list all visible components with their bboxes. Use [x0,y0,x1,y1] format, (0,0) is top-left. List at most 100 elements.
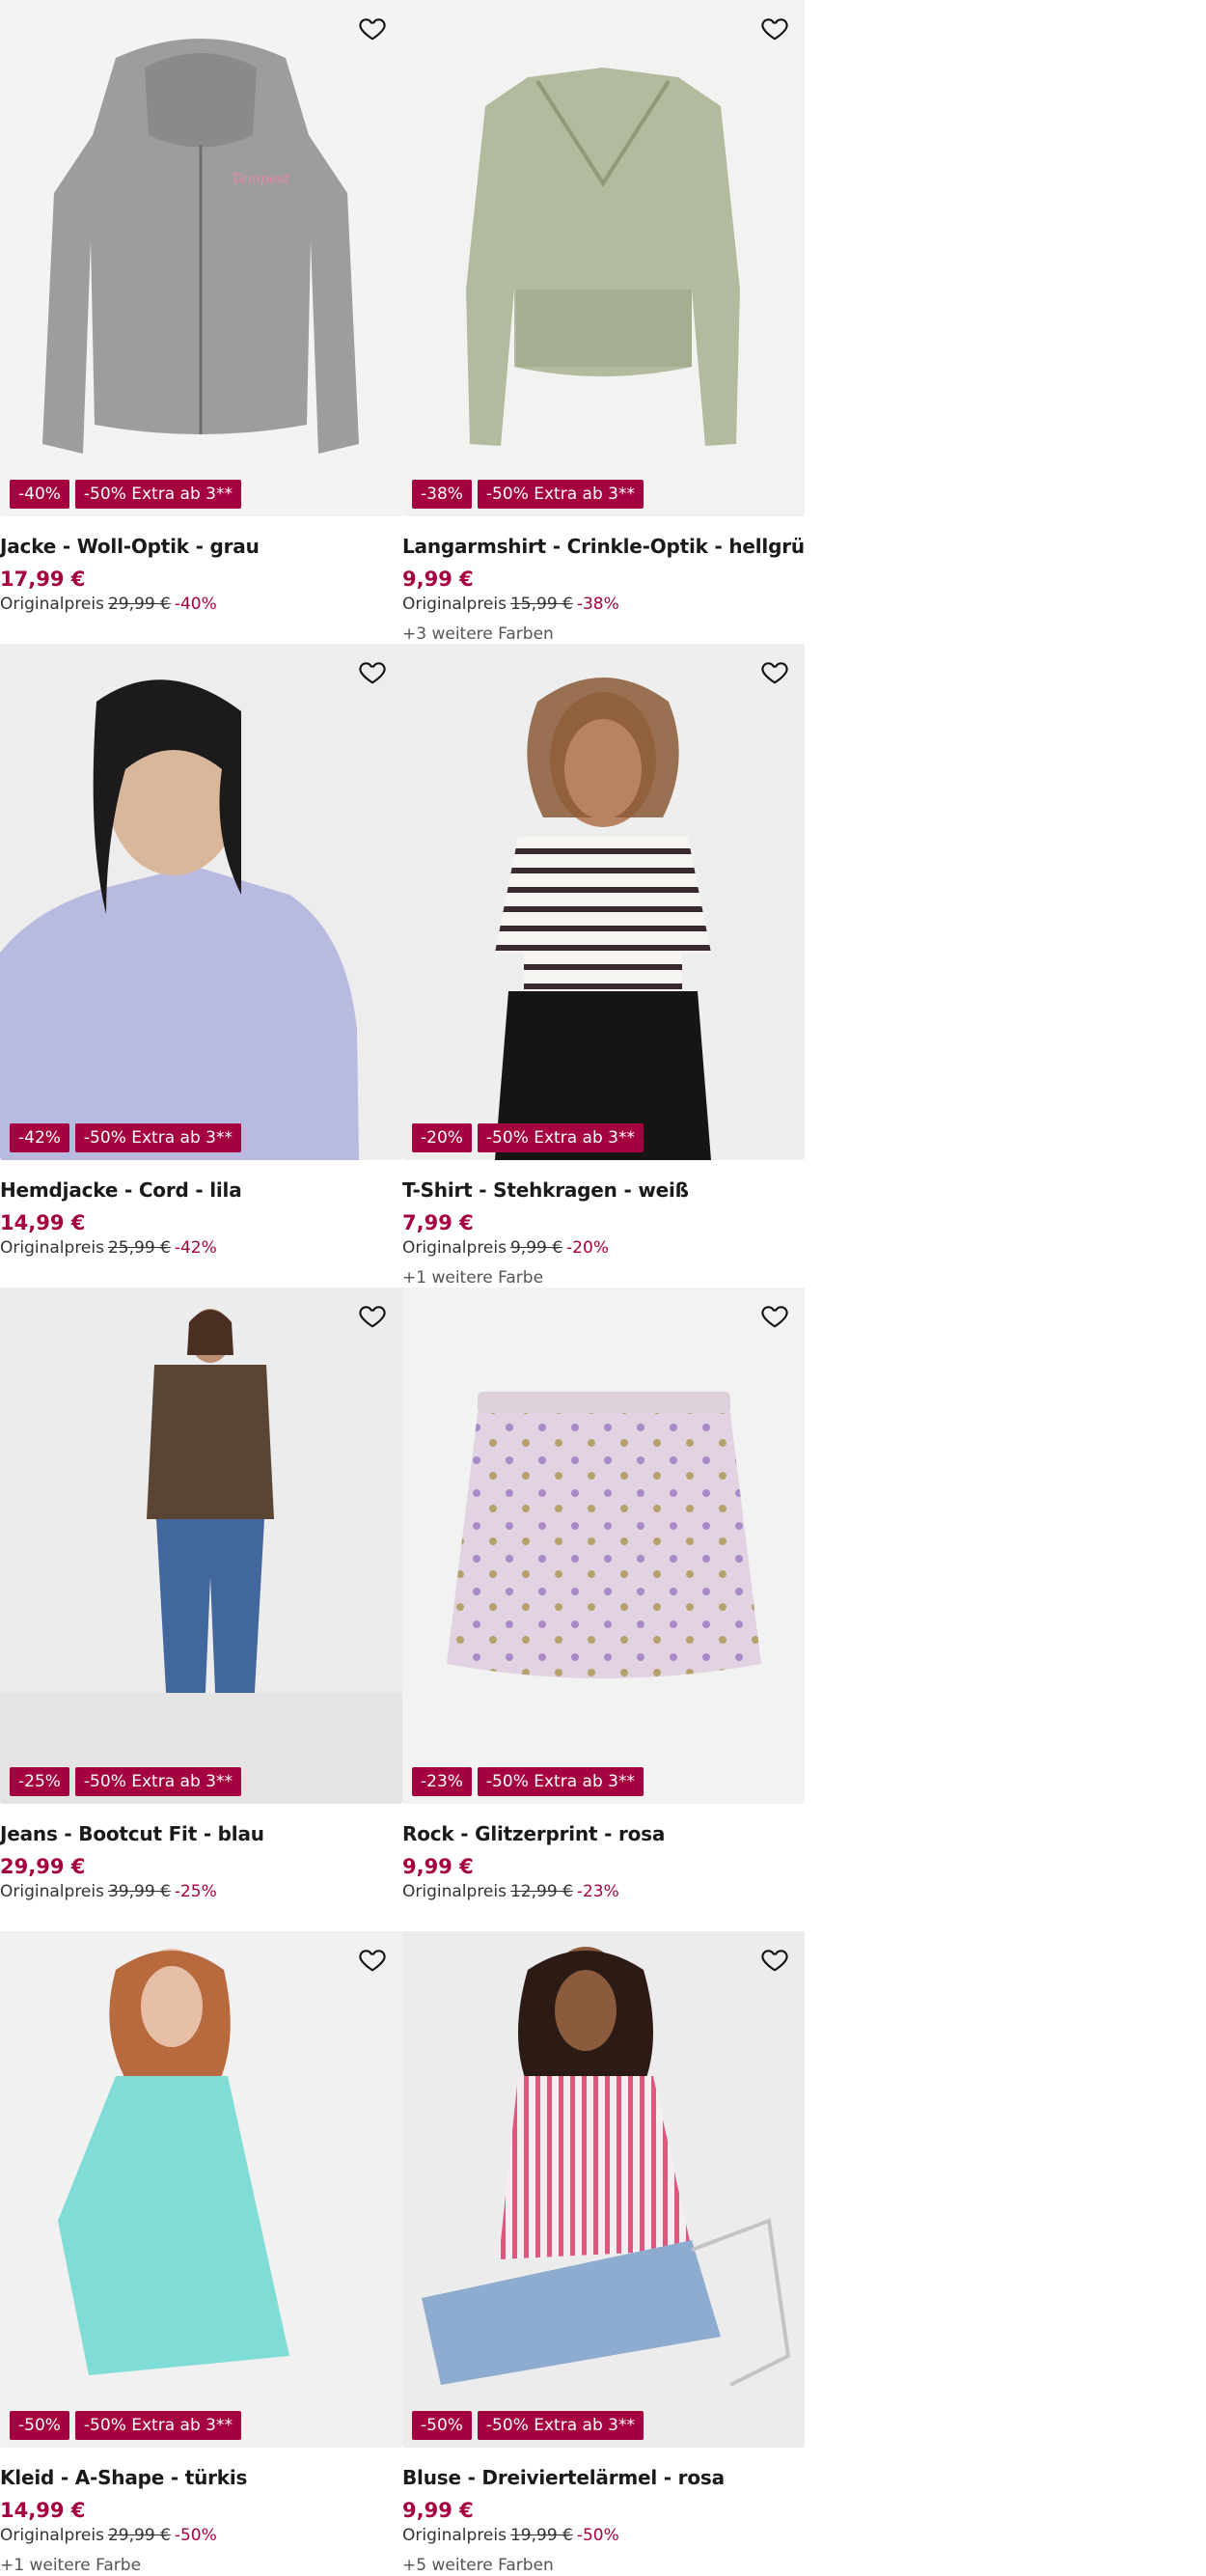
original-price-line: Originalpreis 25,99 € -42% [0,1237,402,1259]
discount-badge: -50% [10,2411,69,2440]
product-info: Kleid - A-Shape - türkis 14,99 € Origina… [0,2465,402,2575]
original-price: 12,99 € [509,1882,573,1901]
product-image[interactable]: -25% -50% Extra ab 3** [0,1288,402,1804]
discount-percent: -38% [576,595,619,614]
product-image[interactable]: -38% -50% Extra ab 3** [402,0,805,516]
favorite-heart-icon[interactable] [356,1299,389,1332]
svg-text:Tempest: Tempest [232,172,289,187]
product-name[interactable]: Rock - Glitzerprint - rosa [402,1821,805,1846]
extra-discount-badge: -50% Extra ab 3** [74,480,241,509]
discount-badge: -42% [10,1123,69,1152]
product-name[interactable]: T-Shirt - Stehkragen - weiß [402,1177,805,1203]
more-colors-link[interactable]: +5 weitere Farben [402,2555,805,2575]
original-price: 29,99 € [107,2526,171,2545]
product-image[interactable]: -20% -50% Extra ab 3** [402,644,805,1160]
badge-row: -42% -50% Extra ab 3** [10,1123,241,1152]
discount-badge: -38% [412,480,472,509]
more-colors-link[interactable]: +1 weitere Farbe [0,2555,402,2575]
product-photo [402,644,805,1160]
original-price-line: Originalpreis 19,99 € -50% [402,2525,805,2546]
product-photo [0,1931,402,2448]
product-info: Rock - Glitzerprint - rosa 9,99 € Origin… [402,1821,805,1902]
product-info: Langarmshirt - Crinkle-Optik - hellgrün … [402,534,805,644]
product-image[interactable]: -50% -50% Extra ab 3** [0,1931,402,2448]
product-price: 29,99 € [0,1855,86,1878]
product-photo: Tempest [0,0,402,516]
product-card[interactable]: -50% -50% Extra ab 3** Bluse - Dreiviert… [402,1931,805,2575]
badge-row: -40% -50% Extra ab 3** [10,480,241,509]
product-name[interactable]: Jacke - Woll-Optik - grau [0,534,402,559]
product-name[interactable]: Langarmshirt - Crinkle-Optik - hellgrün [402,534,805,559]
product-info: T-Shirt - Stehkragen - weiß 7,99 € Origi… [402,1177,805,1288]
product-image[interactable]: -23% -50% Extra ab 3** [402,1288,805,1804]
product-name[interactable]: Kleid - A-Shape - türkis [0,2465,402,2490]
favorite-heart-icon[interactable] [758,655,791,688]
discount-percent: -50% [174,2526,217,2545]
product-price: 9,99 € [402,2499,474,2522]
product-image[interactable]: -50% -50% Extra ab 3** [402,1931,805,2448]
badge-row: -23% -50% Extra ab 3** [412,1767,644,1796]
product-name[interactable]: Bluse - Dreiviertelärmel - rosa [402,2465,805,2490]
original-price-line: Originalpreis 9,99 € -20% [402,1237,805,1259]
product-photo [402,0,805,516]
extra-discount-badge: -50% Extra ab 3** [477,1767,644,1796]
original-price: 25,99 € [107,1238,171,1258]
discount-badge: -20% [412,1123,472,1152]
product-price: 9,99 € [402,568,474,591]
product-image[interactable]: Tempest -40% -50% Extra ab 3** [0,0,402,516]
product-name[interactable]: Hemdjacke - Cord - lila [0,1177,402,1203]
product-info: Hemdjacke - Cord - lila 14,99 € Original… [0,1177,402,1259]
product-photo [0,644,402,1160]
favorite-heart-icon[interactable] [356,1943,389,1976]
product-info: Jeans - Bootcut Fit - blau 29,99 € Origi… [0,1821,402,1902]
discount-percent: -23% [576,1882,619,1901]
original-price: 19,99 € [509,2526,573,2545]
original-price-label: Originalpreis [402,2526,507,2545]
discount-badge: -23% [412,1767,472,1796]
product-card[interactable]: -23% -50% Extra ab 3** Rock - Glitzerpri… [402,1288,805,1931]
discount-badge: -25% [10,1767,69,1796]
discount-percent: -40% [174,595,217,614]
product-card[interactable]: -42% -50% Extra ab 3** Hemdjacke - Cord … [0,644,402,1288]
badge-row: -50% -50% Extra ab 3** [10,2411,241,2440]
original-price: 9,99 € [509,1238,563,1258]
product-card[interactable]: -50% -50% Extra ab 3** Kleid - A-Shape -… [0,1931,402,2575]
original-price-line: Originalpreis 12,99 € -23% [402,1881,805,1902]
more-colors-link[interactable]: +1 weitere Farbe [402,1267,805,1288]
extra-discount-badge: -50% Extra ab 3** [477,480,644,509]
extra-discount-badge: -50% Extra ab 3** [74,1123,241,1152]
more-colors-link[interactable]: +3 weitere Farben [402,623,805,644]
product-price: 7,99 € [402,1211,474,1234]
product-card[interactable]: -38% -50% Extra ab 3** Langarmshirt - Cr… [402,0,805,644]
original-price-line: Originalpreis 15,99 € -38% [402,594,805,615]
favorite-heart-icon[interactable] [356,655,389,688]
product-card[interactable]: -20% -50% Extra ab 3** T-Shirt - Stehkra… [402,644,805,1288]
badge-row: -38% -50% Extra ab 3** [412,480,644,509]
extra-discount-badge: -50% Extra ab 3** [477,2411,644,2440]
badge-row: -25% -50% Extra ab 3** [10,1767,241,1796]
favorite-heart-icon[interactable] [758,1299,791,1332]
discount-badge: -50% [412,2411,472,2440]
product-image[interactable]: -42% -50% Extra ab 3** [0,644,402,1160]
extra-discount-badge: -50% Extra ab 3** [74,1767,241,1796]
original-price-label: Originalpreis [402,1882,507,1901]
product-price: 17,99 € [0,568,86,591]
product-photo [402,1931,805,2448]
original-price-label: Originalpreis [0,595,104,614]
original-price-label: Originalpreis [402,1238,507,1258]
product-info: Jacke - Woll-Optik - grau 17,99 € Origin… [0,534,402,615]
original-price-label: Originalpreis [0,1238,104,1258]
product-card[interactable]: Tempest -40% -50% Extra ab 3** Jacke - W… [0,0,402,644]
original-price-line: Originalpreis 29,99 € -50% [0,2525,402,2546]
badge-row: -50% -50% Extra ab 3** [412,2411,644,2440]
extra-discount-badge: -50% Extra ab 3** [477,1123,644,1152]
product-photo [0,1288,402,1804]
original-price-label: Originalpreis [0,1882,104,1901]
favorite-heart-icon[interactable] [758,1943,791,1976]
product-price: 9,99 € [402,1855,474,1878]
product-price: 14,99 € [0,2499,86,2522]
favorite-heart-icon[interactable] [356,12,389,44]
favorite-heart-icon[interactable] [758,12,791,44]
product-card[interactable]: -25% -50% Extra ab 3** Jeans - Bootcut F… [0,1288,402,1931]
product-name[interactable]: Jeans - Bootcut Fit - blau [0,1821,402,1846]
